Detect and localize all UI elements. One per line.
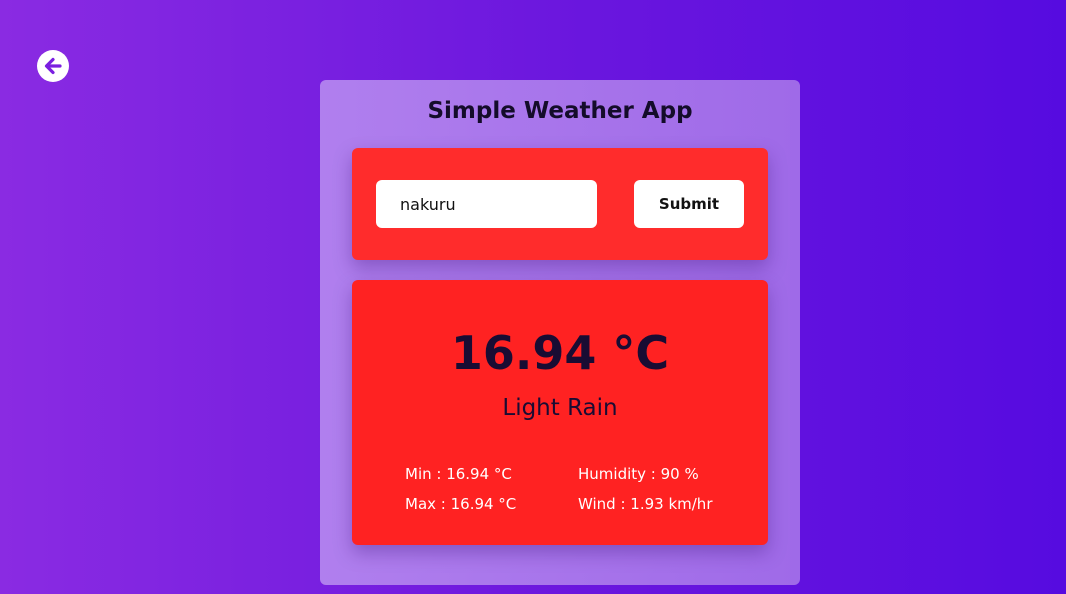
search-panel: Submit (352, 148, 768, 260)
weather-result-panel: 16.94 °C Light Rain Min : 16.94 °C Max :… (352, 280, 768, 545)
submit-button[interactable]: Submit (634, 180, 744, 228)
humidity: Humidity : 90 % (578, 465, 699, 483)
weather-card: Simple Weather App Submit 16.94 °C Light… (320, 80, 800, 585)
min-temperature: Min : 16.94 °C (405, 465, 512, 483)
wind-speed: Wind : 1.93 km/hr (578, 495, 713, 513)
weather-condition: Light Rain (502, 395, 618, 421)
temperature: 16.94 °C (450, 326, 670, 380)
city-input[interactable] (376, 180, 597, 228)
arrow-left-circle-icon (44, 57, 62, 75)
app-title: Simple Weather App (427, 98, 693, 124)
back-button[interactable] (37, 50, 69, 82)
max-temperature: Max : 16.94 °C (405, 495, 517, 513)
